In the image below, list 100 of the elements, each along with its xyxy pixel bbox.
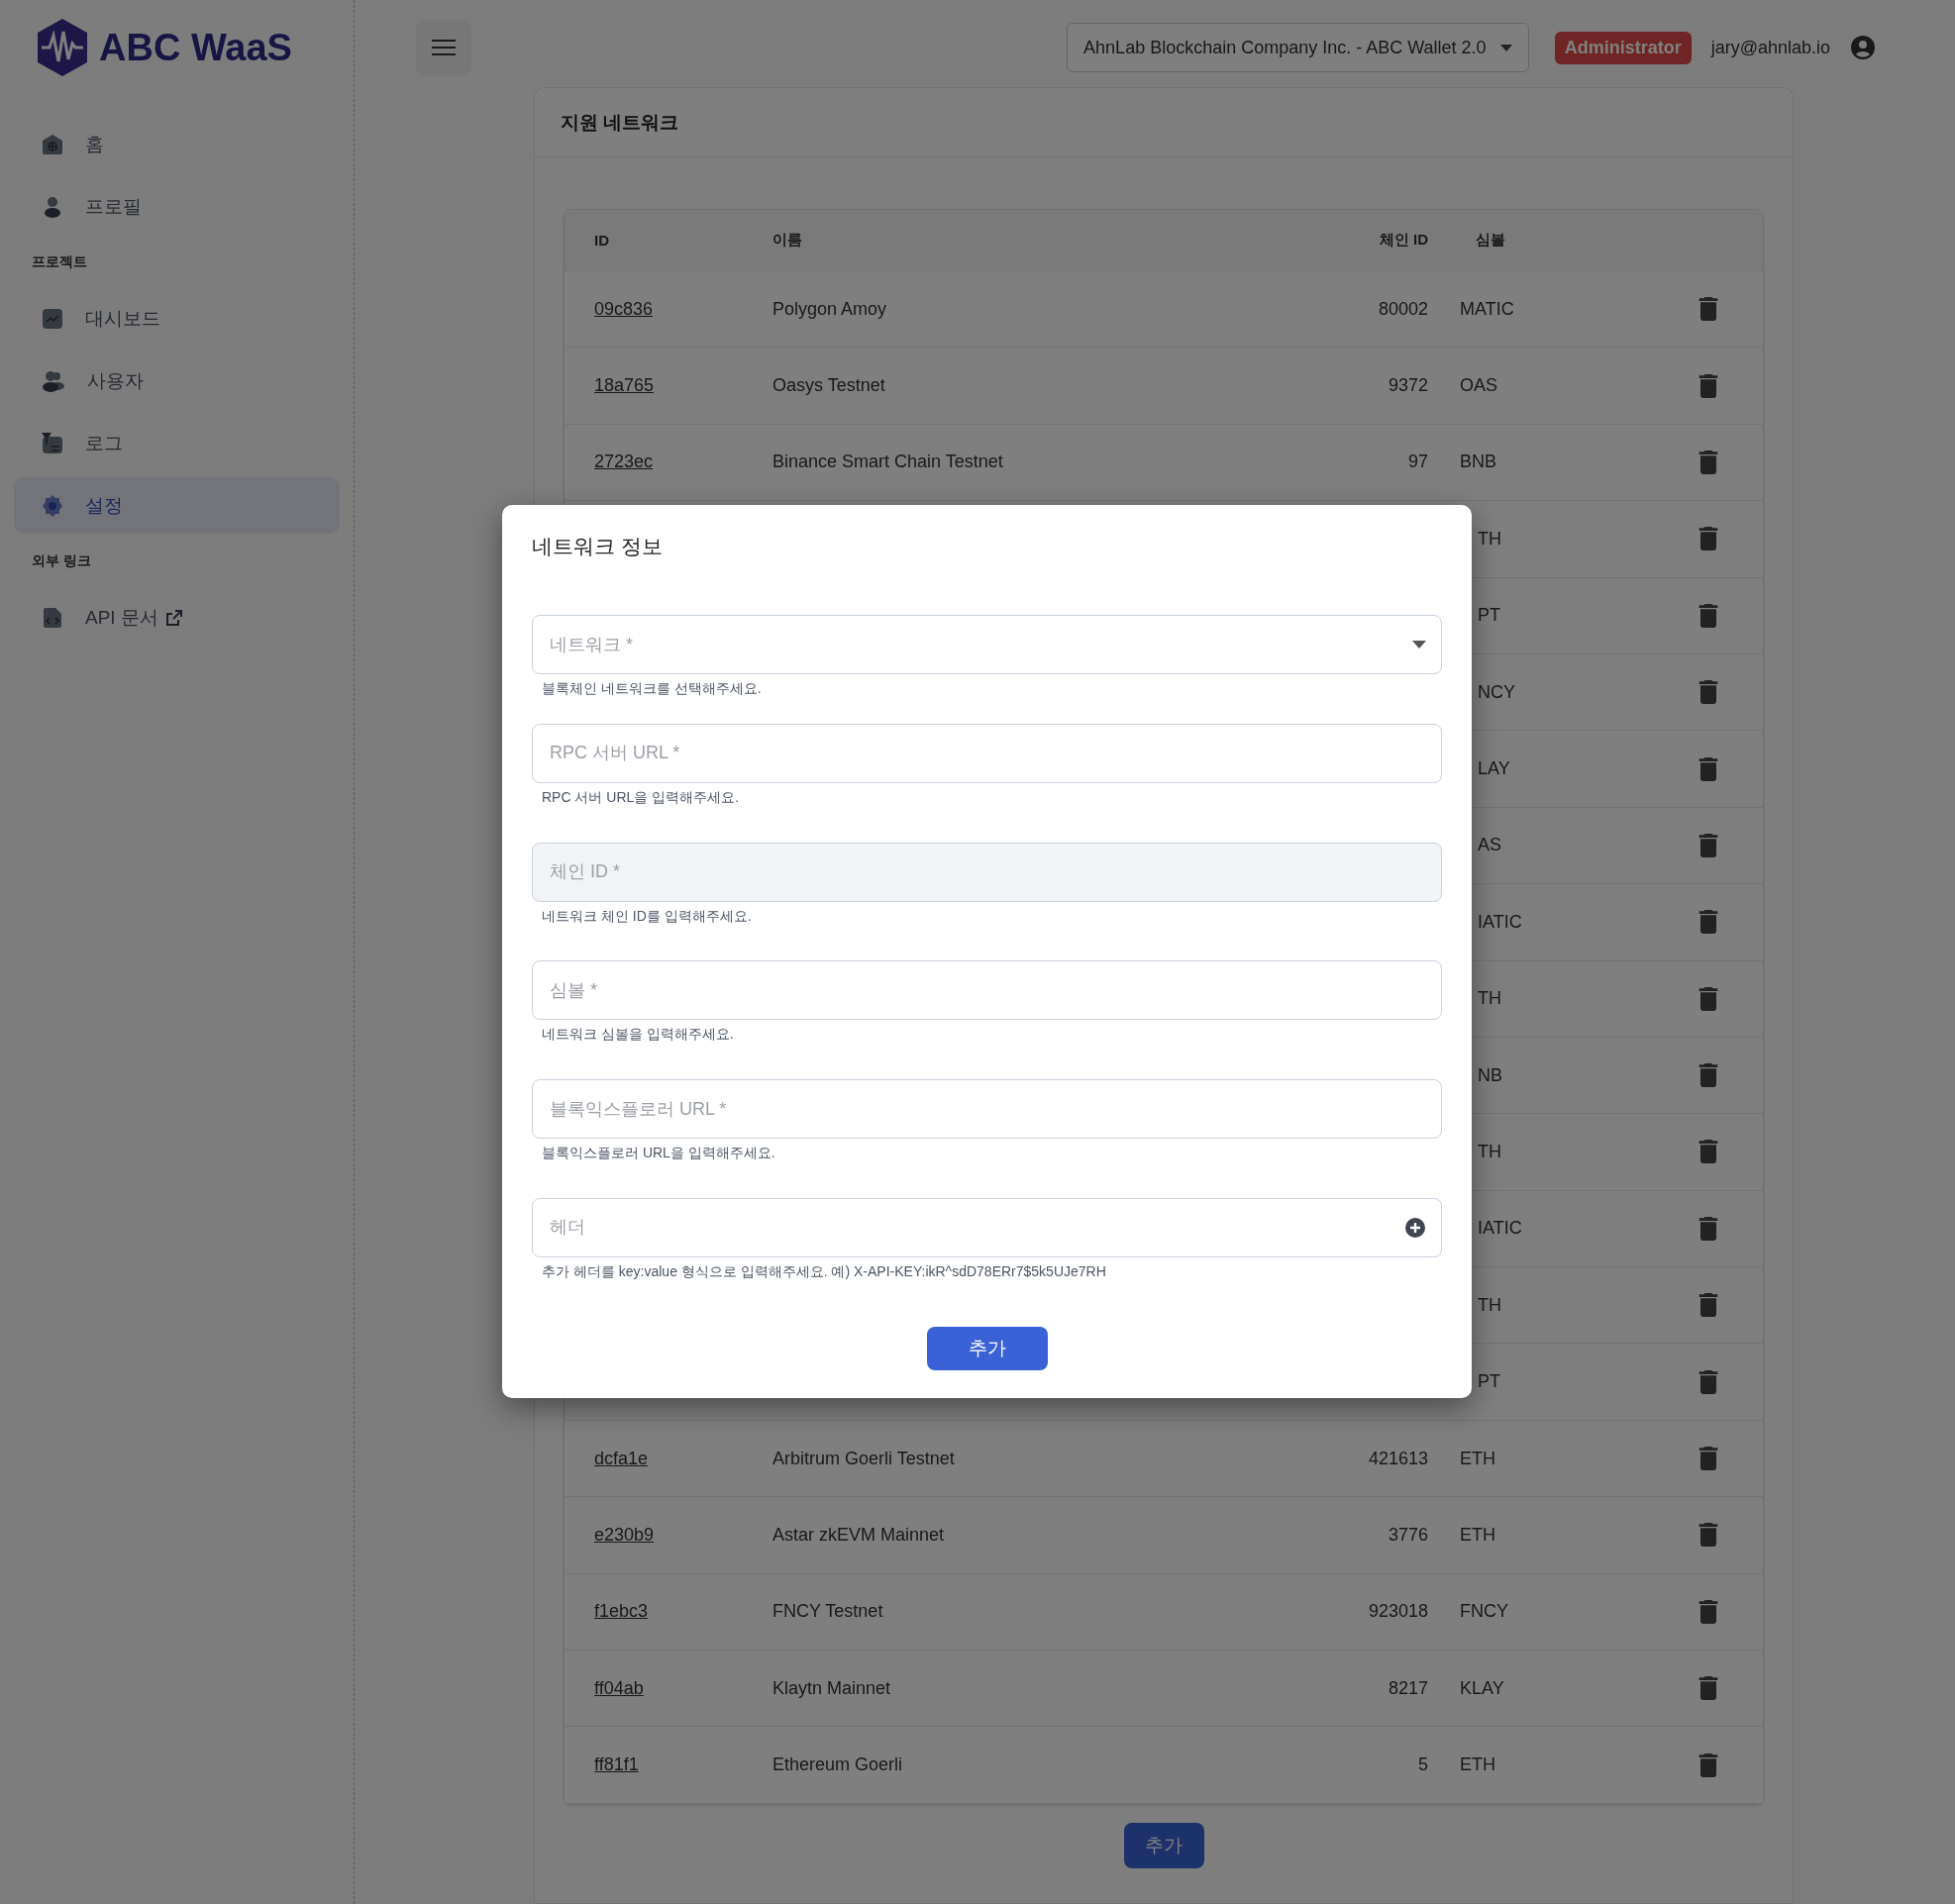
network-id-link[interactable]: 18a765 [565,375,655,396]
delete-button[interactable] [1698,373,1719,398]
code-file-icon [42,606,63,629]
delete-button[interactable] [1698,603,1719,628]
network-name: FNCY Testnet [772,1601,884,1623]
delete-button[interactable] [1698,1447,1719,1471]
workspace-select[interactable]: AhnLab Blockchain Company Inc. - ABC Wallet 2.0 [1067,23,1529,72]
trash-icon [1698,1447,1719,1471]
trash-icon [1698,450,1719,474]
delete-button[interactable] [1698,1753,1719,1777]
external-link-icon [165,609,182,626]
network-symbol: AS [1477,835,1502,856]
network-id-link[interactable]: 2723ec [565,451,654,472]
chain-id: 5 [1417,1754,1429,1776]
network-symbol: TH [1477,988,1502,1010]
network-id-link[interactable]: e230b9 [565,1524,655,1545]
helper-text: 블록익스플로러 URL을 입력해주세요. [541,1144,776,1163]
sidebar-item[interactable]: 대시보드 [14,290,340,347]
input-field[interactable]: 블록익스플로러 URL * [532,1079,1442,1140]
log-icon [42,432,63,454]
sidebar-section-title: 외부 링크 [31,551,92,570]
chain-id: 923018 [1367,1601,1429,1623]
trash-icon [1698,1599,1719,1624]
trash-icon [1698,986,1719,1011]
trash-icon [1698,1676,1719,1701]
network-symbol: LAY [1477,758,1511,780]
input-field[interactable]: RPC 서버 URL * [532,723,1442,783]
add-icon[interactable] [1404,1216,1426,1239]
helper-text: 네트워크 체인 ID를 입력해주세요. [541,906,753,926]
trash-icon [1698,373,1719,398]
delete-button[interactable] [1698,833,1719,857]
delete-button[interactable] [1698,910,1719,935]
logo-text: ABC WaaS [99,26,292,69]
add-button[interactable]: 추가 [1123,1822,1204,1868]
network-id-link[interactable]: dcfa1e [565,1448,649,1468]
column-header: 심볼 [1475,231,1506,250]
delete-button[interactable] [1698,527,1719,551]
helper-text: 블록체인 네트워크를 선택해주세요. [541,679,763,698]
account-icon[interactable] [1850,35,1876,60]
sidebar-item-text: 로그 [85,431,123,455]
sidebar-item-text: 대시보드 [85,306,160,331]
network-name: Ethereum Goerli [772,1754,904,1776]
sidebar-item[interactable]: 사용자 [14,352,340,409]
menu-button[interactable] [416,20,471,75]
delete-button[interactable] [1698,297,1719,322]
input-field[interactable]: 심볼 * [532,960,1442,1021]
network-symbol: PT [1477,605,1501,627]
trash-icon [1698,1293,1719,1318]
network-symbol: IATIC [1477,1218,1523,1240]
delete-button[interactable] [1698,1216,1719,1241]
trash-icon [1698,680,1719,705]
network-select[interactable]: 네트워크 * [532,615,1442,674]
delete-button[interactable] [1698,1523,1719,1548]
network-symbol: ETH [1459,1448,1496,1469]
delete-button[interactable] [1698,450,1719,474]
network-symbol: ETH [1459,1754,1496,1776]
sidebar-item-text: 프로필 [85,194,142,219]
users-icon [42,369,65,392]
person-icon [42,195,63,218]
network-id-link[interactable]: ff81f1 [565,1754,639,1775]
network-id-link[interactable]: 09c836 [565,298,654,319]
menu-icon [431,39,457,56]
network-id-link[interactable]: f1ebc3 [565,1601,649,1622]
trash-icon [1698,527,1719,551]
chain-id: 8217 [1387,1677,1429,1699]
submit-button[interactable]: 추가 [926,1327,1048,1371]
sidebar-item[interactable]: API 문서 [14,589,340,646]
delete-button[interactable] [1698,1140,1719,1164]
trash-icon [1698,833,1719,857]
delete-button[interactable] [1698,1369,1719,1394]
trash-icon [1698,1063,1719,1088]
input-field[interactable]: 헤더 [532,1197,1442,1257]
chain-id: 9372 [1387,375,1429,397]
delete-button[interactable] [1698,1063,1719,1088]
chain-id: 97 [1406,451,1429,473]
sidebar-item[interactable]: 로그 [14,415,340,471]
network-id-link[interactable]: ff04ab [565,1677,644,1698]
column-header: 이름 [772,231,803,250]
network-symbol: TH [1477,1294,1502,1316]
sidebar-item[interactable]: 설정 [14,477,340,534]
sidebar-item[interactable]: 홈 [14,116,340,172]
network-name: Polygon Amoy [772,298,888,320]
delete-button[interactable] [1698,1676,1719,1701]
delete-button[interactable] [1698,756,1719,781]
helper-text: 네트워크 심볼을 입력해주세요. [541,1025,735,1045]
trash-icon [1698,603,1719,628]
delete-button[interactable] [1698,986,1719,1011]
settings-icon [42,494,63,517]
delete-button[interactable] [1698,680,1719,705]
delete-button[interactable] [1698,1293,1719,1318]
delete-button[interactable] [1698,1599,1719,1624]
user-email: jary@ahnlab.io [1710,37,1830,58]
network-symbol: FNCY [1459,1601,1509,1623]
sidebar-item[interactable]: 프로필 [14,178,340,235]
network-symbol: BNB [1459,451,1497,473]
network-symbol: IATIC [1477,911,1523,933]
column-header: ID [593,232,610,249]
network-name: Klaytn Mainnet [772,1677,892,1699]
network-name: Arbitrum Goerli Testnet [772,1448,956,1469]
sidebar-item-text: API 문서 [85,605,158,630]
